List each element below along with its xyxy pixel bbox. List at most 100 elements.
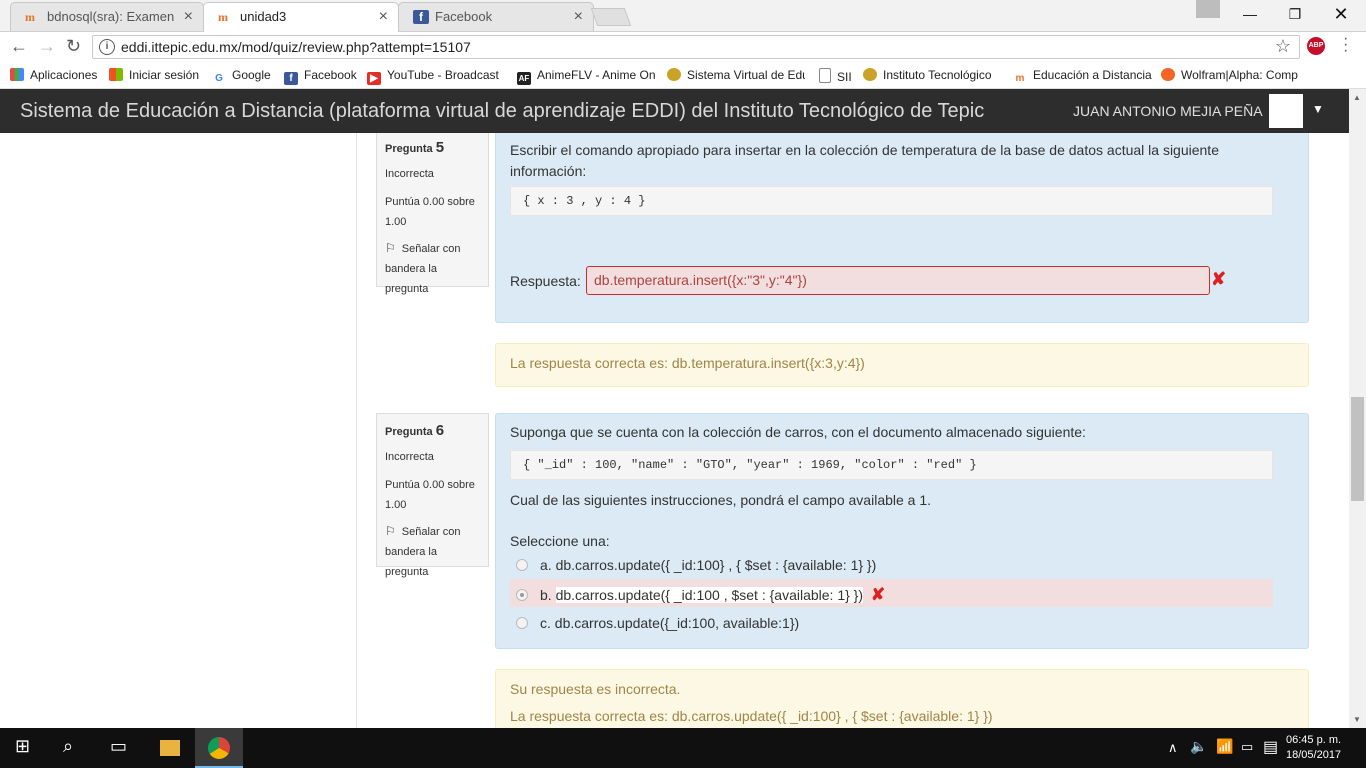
profile-icon[interactable] [1196,0,1220,18]
page-scrollbar[interactable]: ▲ ▼ [1349,89,1366,728]
bookmarks-bar: Aplicaciones Iniciar sesión G Google f Fac… [0,62,1366,89]
answer-field[interactable]: db.temperatura.insert({x:"3",y:"4"}) [586,266,1210,295]
bookmark-google[interactable]: G Google [212,68,271,85]
apps-grid-icon [10,68,24,81]
clock-time: 06:45 p. m. [1286,734,1342,746]
page-icon [819,68,831,83]
wolfram-icon [1161,68,1175,81]
bookmark-iniciar-sesion[interactable]: Iniciar sesión [109,68,199,82]
question-state: Incorrecta [385,451,434,463]
bookmark-sistema-virtual[interactable]: Sistema Virtual de Edu [667,68,805,82]
browser-toolbar: ← → ↻ i eddi.ittepic.edu.mx/mod/quiz/rev… [0,32,1366,62]
option-a[interactable]: a. db.carros.update({ _id:100} , { $set … [516,557,876,573]
wifi-icon[interactable]: 📶 [1216,738,1233,755]
reload-icon[interactable]: ↻ [66,36,81,57]
file-explorer-icon[interactable] [160,740,180,756]
minimize-button[interactable]: — [1227,0,1273,28]
bookmark-animeflv[interactable]: AF AnimeFLV - Anime On [517,68,655,85]
scroll-up-icon[interactable]: ▲ [1353,93,1361,102]
question-content-6: Suponga que se cuenta con la colección d… [495,413,1309,649]
moodle-icon: m [218,10,228,24]
close-icon[interactable]: × [184,8,193,26]
windows-start-icon[interactable]: ⊞ [15,736,30,757]
browser-menu-icon[interactable]: · · · [1343,31,1348,59]
bookmark-educacion-distancia[interactable]: m Educación a Distancia [1013,68,1152,85]
url-text[interactable]: eddi.ittepic.edu.mx/mod/quiz/review.php?… [121,39,471,55]
bookmark-sii[interactable]: SII [819,68,852,84]
flag-question-link[interactable]: ⚐ Señalar con bandera la pregunta [385,521,480,582]
question-content-5: Escribir el comando apropiado para inser… [495,133,1309,323]
tab-unidad3[interactable]: m unidad3 × [203,2,399,32]
avatar[interactable] [1269,94,1303,128]
chrome-icon [208,737,230,759]
clock-date: 18/05/2017 [1286,749,1342,761]
bookmark-wolfram[interactable]: Wolfram|Alpha: Comp [1161,68,1301,82]
code-block: { "_id" : 100, "name" : "GTO", "year" : … [510,450,1273,480]
option-b-content: b. db.carros.update({ _id:100 , $set : {… [516,585,885,605]
flag-question-link[interactable]: ⚐ Señalar con bandera la pregunta [385,238,480,299]
option-c[interactable]: c. db.carros.update({_id:100, available:… [516,615,799,631]
notification-icon[interactable]: ▤ [1263,737,1278,757]
correct-answer-text: La respuesta correcta es: db.carros.upda… [510,708,993,724]
adblock-plus-icon[interactable]: ABP [1307,37,1325,55]
browser-tab-strip: m bdnosql(sra): Examen uni × m unidad3 ×… [0,0,1366,32]
seal-icon [863,68,877,81]
tab-title: Facebook [435,9,493,24]
scrollbar-thumb[interactable] [1351,397,1364,501]
taskbar: ⊞ ⌕ ▭ ∧ 🔈 📶 ▭ ▤ 06:45 p. m. 18/05/2017 [0,728,1366,768]
close-icon[interactable]: × [379,8,388,26]
bookmark-apps[interactable]: Aplicaciones [10,68,97,82]
option-b[interactable]: b. db.carros.update({ _id:100 , $set : {… [510,579,1273,607]
facebook-icon: f [284,72,298,85]
feedback-6: Su respuesta es incorrecta. La respuesta… [495,669,1309,728]
scroll-down-icon[interactable]: ▼ [1353,715,1361,724]
bookmark-instituto[interactable]: Instituto Tecnológico [863,68,999,82]
google-icon: G [212,72,226,85]
tab-bdnosql[interactable]: m bdnosql(sra): Examen uni × [10,2,204,31]
radio-button[interactable] [516,617,528,629]
chevron-down-icon[interactable]: ▼ [1312,102,1324,116]
feedback-5: La respuesta correcta es: db.temperatura… [495,343,1309,387]
radio-button[interactable] [516,589,528,601]
question-text: Suponga que se cuenta con la colección d… [510,424,1086,440]
user-name[interactable]: JUAN ANTONIO MEJIA PEÑA [1073,103,1263,119]
moodle-icon: m [25,10,35,24]
animeflv-icon: AF [517,72,531,85]
tab-title: bdnosql(sra): Examen uni [47,9,177,24]
bookmark-facebook[interactable]: f Facebook [284,68,357,85]
tab-facebook[interactable]: f Facebook × [398,2,594,31]
battery-icon[interactable]: ▭ [1241,739,1253,755]
new-tab-button[interactable] [590,8,632,26]
info-icon[interactable]: i [99,39,115,55]
close-icon[interactable]: × [574,8,583,26]
left-column [0,133,357,728]
close-window-button[interactable]: ✕ [1318,0,1364,28]
site-brand[interactable]: Sistema de Educación a Distancia (plataf… [20,100,984,123]
bookmark-youtube[interactable]: ▶ YouTube - Broadcast [367,68,501,85]
site-navbar: Sistema de Educación a Distancia (plataf… [0,89,1349,133]
search-icon[interactable]: ⌕ [63,736,73,757]
flag-icon: ⚐ [385,241,396,255]
back-icon[interactable]: ← [10,36,28,57]
question-info-5: Pregunta 5 Incorrecta Puntúa 0.00 sobre … [376,133,489,295]
moodle-icon: m [1013,72,1027,85]
flag-icon: ⚐ [385,524,396,538]
chrome-taskbar-button[interactable] [195,728,243,768]
question-number: Pregunta 5 [385,139,445,156]
question-number: Pregunta 6 [385,422,445,439]
chevron-up-icon[interactable]: ∧ [1168,740,1178,756]
radio-button[interactable] [516,559,528,571]
clock[interactable]: 06:45 p. m. 18/05/2017 [1286,733,1341,763]
question-grade: Puntúa 0.00 sobre 1.00 [385,479,475,511]
incorrect-icon: ✘ [1211,269,1227,289]
bookmark-star-icon[interactable]: ☆ [1275,36,1291,57]
address-bar[interactable]: i eddi.ittepic.edu.mx/mod/quiz/review.ph… [92,35,1300,59]
correct-answer-text: La respuesta correcta es: db.temperatura… [510,355,865,371]
task-view-icon[interactable]: ▭ [110,736,127,757]
restore-button[interactable]: ❐ [1272,0,1318,28]
forward-icon[interactable]: → [38,36,56,57]
select-label: Seleccione una: [510,533,610,549]
answer-label: Respuesta: [510,273,581,289]
tab-title: unidad3 [240,9,287,24]
volume-icon[interactable]: 🔈 [1190,738,1207,755]
